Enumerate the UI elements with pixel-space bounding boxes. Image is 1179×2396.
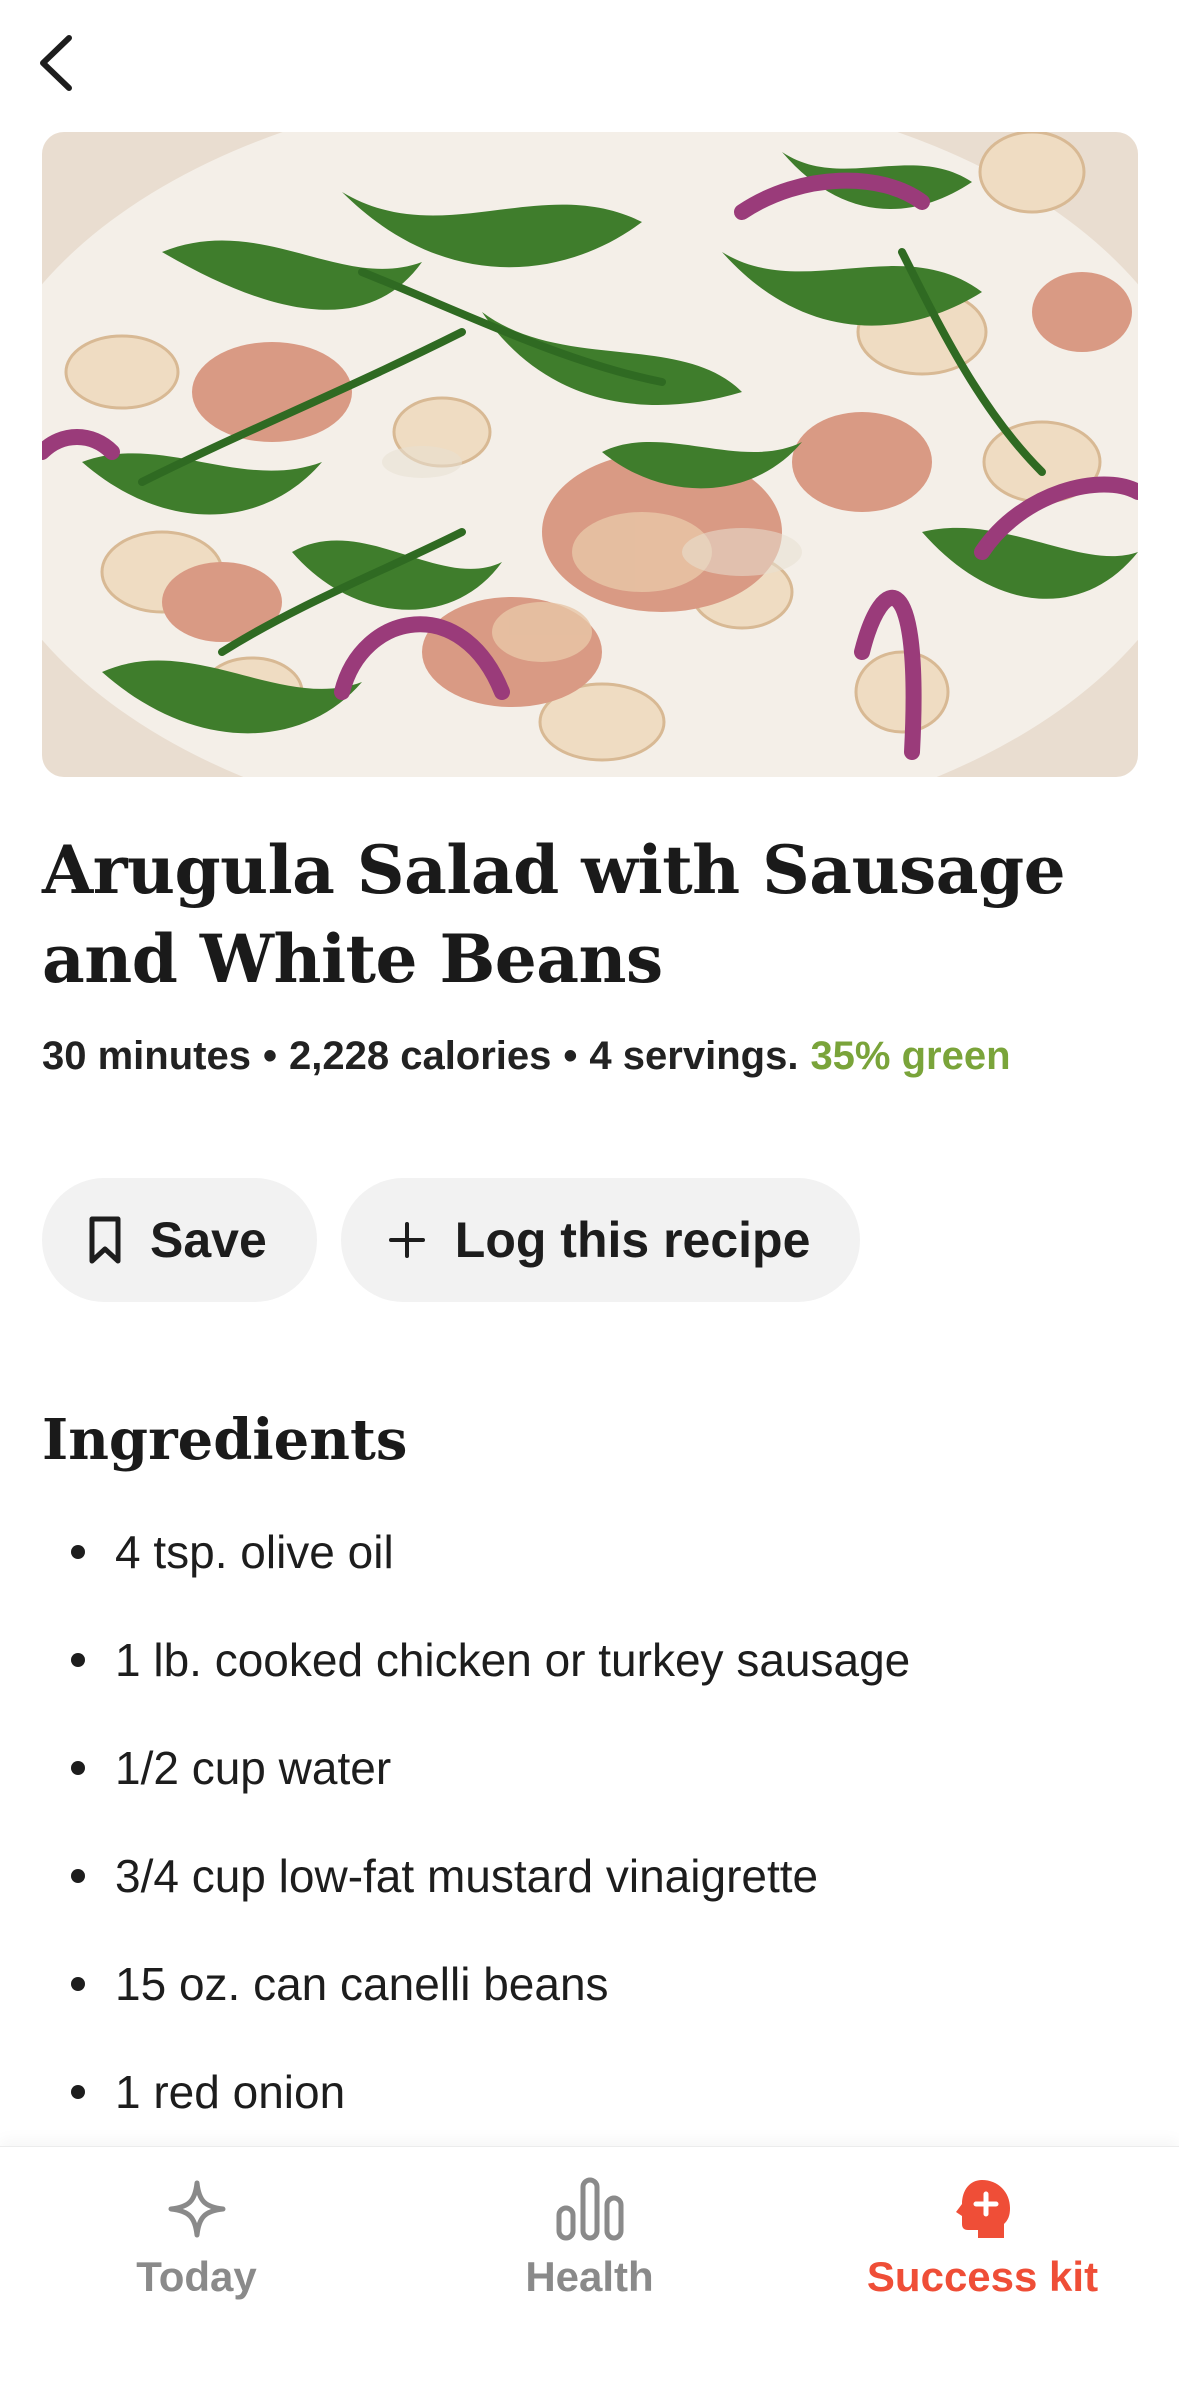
- list-item: 15 oz. can canelli beans: [0, 1930, 1179, 2038]
- tab-label: Health: [525, 2253, 654, 2300]
- bullet: [71, 1653, 85, 1667]
- ingredients-heading: Ingredients: [42, 1407, 408, 1473]
- ingredients-list: 4 tsp. olive oil 1 lb. cooked chicken or…: [0, 1498, 1179, 2146]
- recipe-servings: 4 servings.: [589, 1033, 799, 1078]
- meta-separator: •: [563, 1033, 578, 1078]
- green-percentage: 35% green: [810, 1033, 1011, 1078]
- ingredient-text: 3/4 cup low-fat mustard vinaigrette: [115, 1850, 819, 1902]
- list-item: 1/2 cup water: [0, 1714, 1179, 1822]
- recipe-time: 30 minutes: [42, 1033, 251, 1078]
- bookmark-icon: [88, 1215, 122, 1265]
- ingredient-text: 1 lb. cooked chicken or turkey sausage: [115, 1634, 911, 1686]
- recipe-meta: 30 minutes • 2,228 calories • 4 servings…: [42, 1030, 1011, 1082]
- log-recipe-label: Log this recipe: [454, 1212, 811, 1268]
- bullet: [71, 2085, 85, 2099]
- plus-icon: [387, 1220, 427, 1260]
- sparkle-icon: [167, 2171, 227, 2247]
- save-label: Save: [150, 1212, 267, 1268]
- meta-separator: •: [262, 1033, 277, 1078]
- save-button[interactable]: Save: [42, 1178, 317, 1302]
- ingredient-text: 15 oz. can canelli beans: [115, 1958, 609, 2010]
- bullet: [71, 1869, 85, 1883]
- list-item: 1 lb. cooked chicken or turkey sausage: [0, 1606, 1179, 1714]
- tab-success-kit[interactable]: Success kit: [786, 2171, 1179, 2301]
- bullet: [71, 1761, 85, 1775]
- ingredient-text: 1/2 cup water: [115, 1742, 392, 1794]
- list-item: 3/4 cup low-fat mustard vinaigrette: [0, 1822, 1179, 1930]
- recipe-calories: 2,228 calories: [288, 1033, 552, 1078]
- bullet: [71, 1545, 85, 1559]
- recipe-title: Arugula Salad with Sausage and White Bea…: [42, 831, 1066, 998]
- tab-today[interactable]: Today: [0, 2171, 393, 2301]
- tab-label: Success kit: [866, 2253, 1099, 2300]
- recipe-hero-image: [42, 132, 1138, 777]
- back-button[interactable]: [22, 30, 88, 96]
- ingredient-text: 1 red onion: [115, 2066, 346, 2118]
- ingredient-text: 4 tsp. olive oil: [115, 1526, 394, 1578]
- bullet: [71, 1977, 85, 1991]
- tab-health[interactable]: Health: [393, 2171, 786, 2301]
- head-plus-icon: [952, 2171, 1014, 2247]
- bottom-tab-bar: Today Health Success kit: [0, 2146, 1179, 2396]
- chevron-left-icon: [40, 35, 72, 91]
- list-item: 1 red onion: [0, 2038, 1179, 2146]
- tab-label: Today: [136, 2253, 257, 2300]
- recipe-actions: Save Log this recipe: [42, 1178, 861, 1302]
- log-recipe-button[interactable]: Log this recipe: [340, 1178, 861, 1302]
- bar-chart-icon: [555, 2171, 625, 2247]
- list-item: 4 tsp. olive oil: [0, 1498, 1179, 1606]
